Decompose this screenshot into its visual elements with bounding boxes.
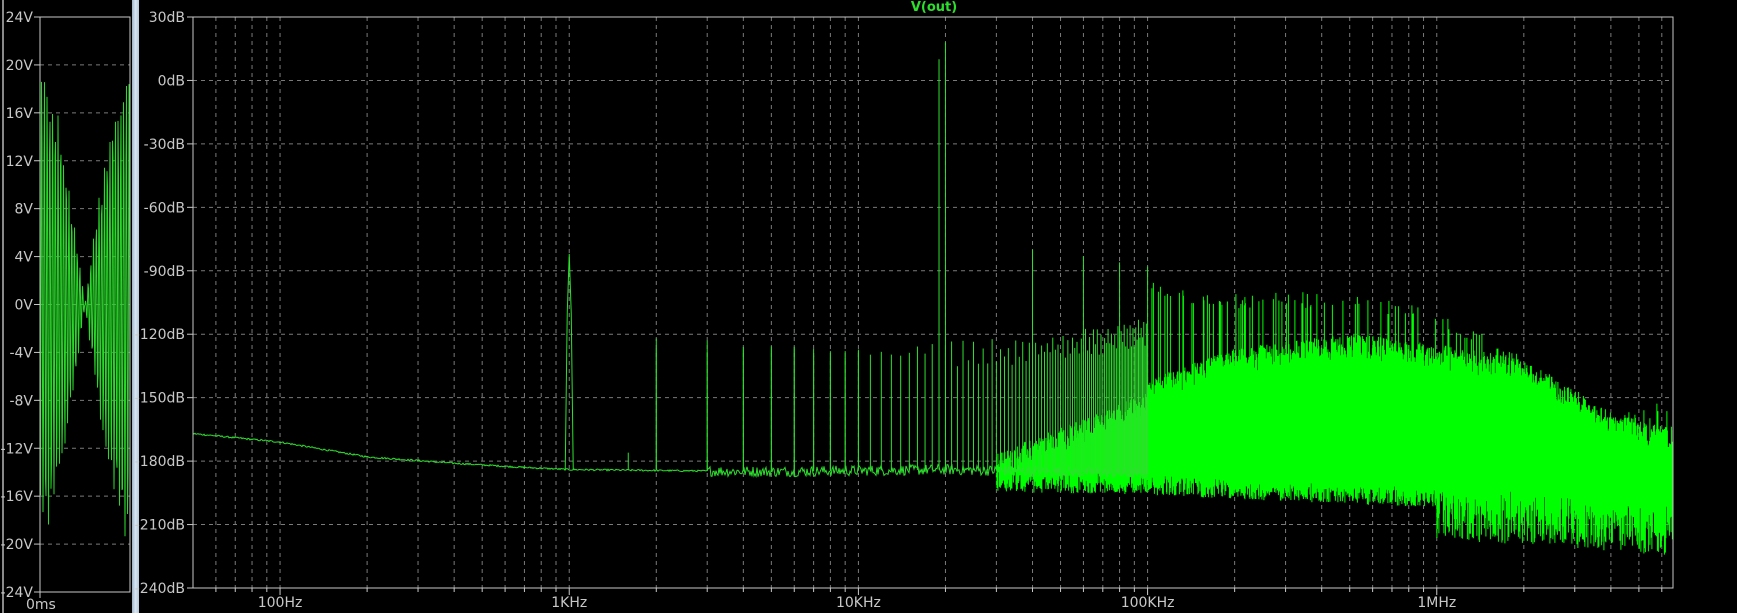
fft-y-tick-label: -150dB — [135, 391, 185, 407]
fft-y-tick-label: -180dB — [135, 454, 185, 470]
transient-y-tick-label: 12V — [6, 154, 34, 170]
transient-y-tick-label: 24V — [6, 10, 34, 26]
fft-x-tick-label: 1KHz — [551, 595, 587, 611]
transient-y-tick-label: -12V — [1, 441, 34, 457]
fft-x-tick-label: 100KHz — [1121, 595, 1175, 611]
fft-y-tick-label: -30dB — [144, 137, 185, 153]
transient-waveform — [39, 81, 131, 537]
transient-y-ticks: 24V20V16V12V8V4V0V-4V-8V-12V-16V-20V-24V — [1, 10, 41, 601]
fft-y-tick-label: -120dB — [135, 327, 185, 343]
transient-y-tick-label: -4V — [9, 345, 33, 361]
plot-canvas: 24V20V16V12V8V4V0V-4V-8V-12V-16V-20V-24V… — [1, 0, 1674, 613]
fft-pane: V(out) 30dB 0dB -30dB -60dB -90dB -120dB -150d… — [135, 0, 1674, 611]
fft-y-tick-label: 0dB — [158, 73, 185, 89]
fft-x-tick-label: 100Hz — [258, 595, 303, 611]
transient-pane: 24V20V16V12V8V4V0V-4V-8V-12V-16V-20V-24V… — [1, 10, 131, 613]
fft-noise-floor — [192, 432, 1148, 480]
transient-y-tick-label: 4V — [15, 250, 34, 266]
transient-y-tick-label: 20V — [6, 58, 34, 74]
fft-y-tick-label: 30dB — [149, 10, 185, 26]
trace-title[interactable]: V(out) — [911, 0, 957, 15]
fft-ticks: 30dB 0dB -30dB -60dB -90dB -120dB -150dB -180dB… — [135, 10, 1663, 611]
fft-x-tick-label: 1MHz — [1417, 595, 1456, 611]
fft-y-tick-label: -90dB — [144, 264, 185, 280]
transient-x-tick-label: 0ms — [26, 597, 56, 613]
fft-y-tick-label: -60dB — [144, 200, 185, 216]
fft-x-tick-label: 10KHz — [836, 595, 881, 611]
transient-y-tick-label: 0V — [15, 298, 34, 314]
transient-y-tick-label: 8V — [15, 202, 34, 218]
fft-broadband-noise — [995, 282, 1674, 555]
transient-y-tick-label: -20V — [1, 537, 34, 553]
transient-y-tick-label: -16V — [1, 489, 34, 505]
transient-y-tick-label: 16V — [6, 106, 34, 122]
fft-y-tick-label: -240dB — [135, 581, 185, 597]
transient-y-tick-label: -8V — [9, 393, 33, 409]
fft-y-tick-label: -210dB — [135, 518, 185, 534]
